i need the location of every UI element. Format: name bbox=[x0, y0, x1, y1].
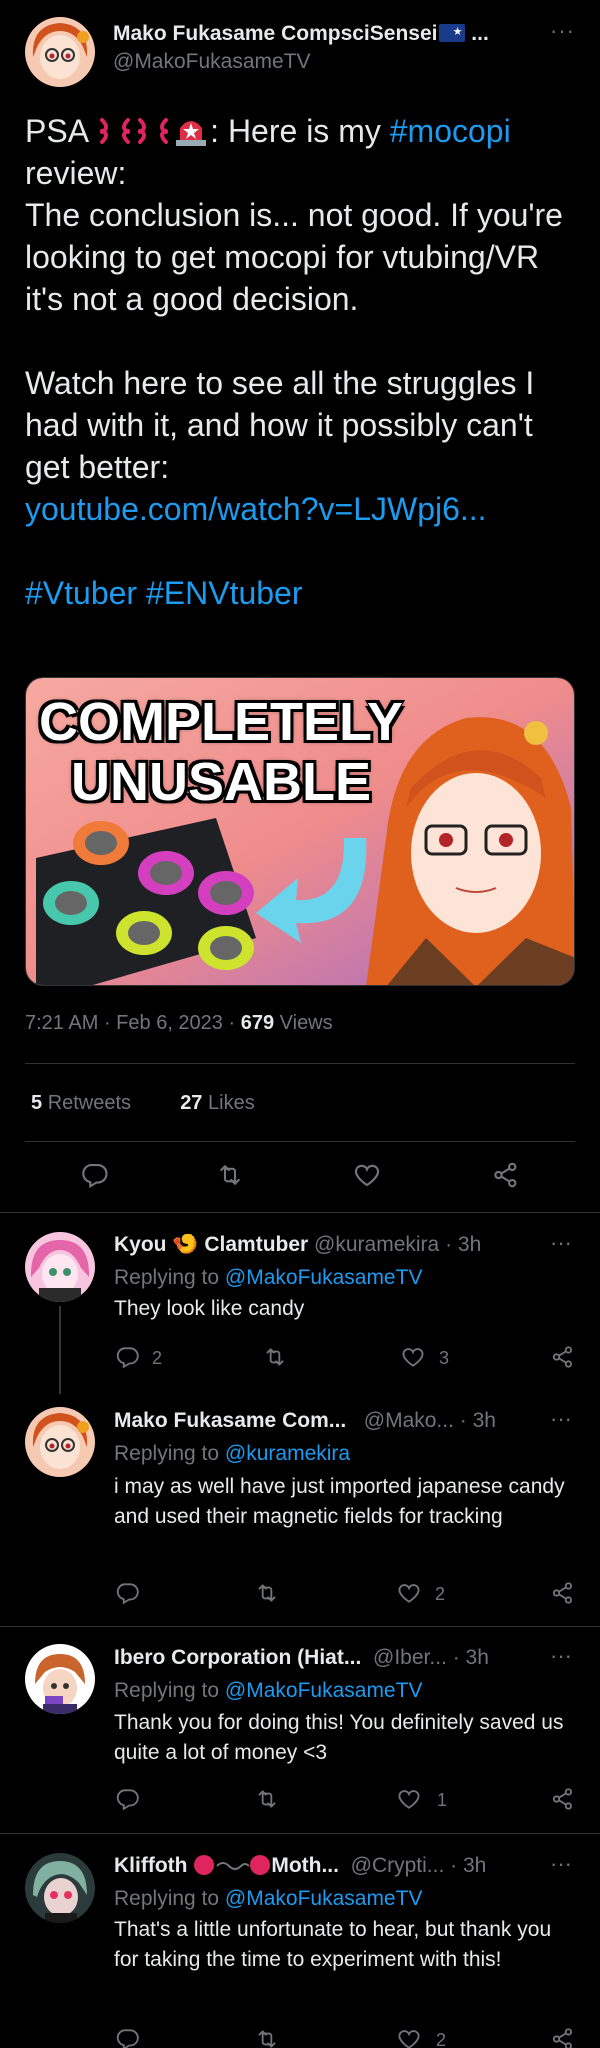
replying-to: Replying to @kuramekira bbox=[114, 1442, 351, 1465]
hashtag-vtuber-link[interactable]: #Vtuber bbox=[25, 575, 137, 611]
australia-flag-icon bbox=[439, 24, 466, 42]
reply-actions: 2 bbox=[114, 1580, 584, 1610]
divider bbox=[25, 1141, 575, 1142]
tweet-actions bbox=[25, 1158, 575, 1198]
views-count: 679 bbox=[240, 1012, 275, 1034]
replying-to: Replying to @MakoFukasameTV bbox=[114, 1266, 423, 1289]
reply-icon[interactable] bbox=[79, 1160, 109, 1190]
replying-to: Replying to @MakoFukasameTV bbox=[114, 1679, 423, 1702]
reply-more-button[interactable]: ··· bbox=[550, 1643, 572, 1669]
retweets-stat[interactable]: 5 Retweets bbox=[31, 1092, 131, 1114]
reply-text: That's a little unfortunate to hear, but… bbox=[114, 1918, 552, 1971]
retweet-icon[interactable] bbox=[215, 1160, 245, 1190]
tweet-stats: 5 Retweets 27 Likes bbox=[31, 1092, 255, 1115]
retweet-icon[interactable] bbox=[254, 1580, 280, 1606]
fried-shrimp-icon: 🍤 bbox=[172, 1233, 199, 1256]
reply-more-button[interactable]: ··· bbox=[550, 1230, 572, 1256]
replying-to-link[interactable]: @MakoFukasameTV bbox=[225, 1679, 423, 1702]
replying-to: Replying to @MakoFukasameTV bbox=[114, 1887, 423, 1910]
share-icon[interactable] bbox=[550, 2026, 576, 2048]
reply-item[interactable]: Mako Fukasame Com... @Mako... · 3h ··· R… bbox=[0, 1390, 600, 1626]
reply-more-button[interactable]: ··· bbox=[550, 1851, 572, 1877]
like-count: 3 bbox=[439, 1348, 450, 1368]
more-options-button[interactable]: ··· bbox=[550, 18, 575, 44]
reply-avatar[interactable] bbox=[25, 1853, 95, 1923]
reply-author-name[interactable]: Kliffoth Moth... @Crypti... · 3h bbox=[114, 1854, 486, 1878]
police-light-icon bbox=[176, 121, 207, 146]
like-icon[interactable] bbox=[396, 1580, 422, 1606]
reply-actions: 1 bbox=[114, 1786, 584, 1816]
reply-avatar[interactable] bbox=[25, 1407, 95, 1477]
reply-author-name[interactable]: Mako Fukasame Com... @Mako... · 3h bbox=[114, 1409, 496, 1433]
reply-more-button[interactable]: ··· bbox=[550, 1406, 572, 1432]
like-icon[interactable] bbox=[400, 1344, 426, 1370]
thumbnail-title-line2: UNUSABLE bbox=[70, 752, 371, 812]
reply-item[interactable]: Kliffoth Moth... @Crypti... · 3h ··· Rep… bbox=[0, 1833, 600, 2048]
thumbnail-title-line1: COMPLETELY bbox=[38, 692, 404, 752]
anger-symbol-icon bbox=[100, 118, 131, 144]
reply-count: 2 bbox=[152, 1348, 163, 1368]
like-count: 2 bbox=[436, 2030, 447, 2048]
reply-author-name[interactable]: Kyou 🍤 Clamtuber @kuramekira · 3h bbox=[114, 1233, 481, 1257]
reply-text: i may as well have just imported japanes… bbox=[114, 1475, 565, 1528]
reply-icon[interactable] bbox=[114, 2026, 140, 2048]
author-avatar[interactable] bbox=[25, 17, 95, 87]
reply-text: They look like candy bbox=[114, 1297, 305, 1320]
reply-author-name[interactable]: Ibero Corporation (Hiat... @Iber... · 3h bbox=[114, 1646, 489, 1670]
share-icon[interactable] bbox=[550, 1580, 576, 1606]
reply-avatar[interactable] bbox=[25, 1644, 95, 1714]
share-icon[interactable] bbox=[550, 1344, 576, 1370]
retweet-icon[interactable] bbox=[254, 1786, 280, 1812]
likes-stat[interactable]: 27 Likes bbox=[180, 1092, 255, 1114]
video-thumbnail[interactable]: COMPLETELY UNUSABLE bbox=[25, 677, 575, 986]
hashtag-mocopi-link[interactable]: #mocopi bbox=[390, 113, 511, 149]
like-icon[interactable] bbox=[396, 2026, 422, 2048]
author-handle[interactable]: @MakoFukasameTV bbox=[113, 50, 311, 74]
anger-symbol-icon bbox=[138, 118, 169, 144]
divider bbox=[25, 1063, 575, 1064]
reply-actions: 2 bbox=[114, 2026, 584, 2048]
reply-actions: 2 3 bbox=[114, 1344, 584, 1374]
reply-item[interactable]: Ibero Corporation (Hiat... @Iber... · 3h… bbox=[0, 1626, 600, 1833]
reply-icon[interactable] bbox=[114, 1344, 140, 1370]
reply-avatar[interactable] bbox=[25, 1232, 95, 1302]
like-icon[interactable] bbox=[396, 1786, 422, 1812]
reply-item[interactable]: Kyou 🍤 Clamtuber @kuramekira · 3h ··· Re… bbox=[0, 1212, 600, 1394]
share-icon[interactable] bbox=[491, 1160, 521, 1190]
like-icon[interactable] bbox=[352, 1160, 382, 1190]
replying-to-link[interactable]: @MakoFukasameTV bbox=[225, 1887, 423, 1910]
like-count: 2 bbox=[435, 1584, 446, 1604]
retweet-icon[interactable] bbox=[254, 2026, 280, 2048]
replying-to-link[interactable]: @kuramekira bbox=[225, 1442, 350, 1465]
reply-text: Thank you for doing this! You definitely… bbox=[114, 1711, 564, 1764]
author-name[interactable]: Mako Fukasame CompsciSensei ... bbox=[113, 22, 489, 46]
thread-line bbox=[59, 1306, 61, 1394]
hashtag-envtuber-link[interactable]: #ENVtuber bbox=[146, 575, 303, 611]
red-circles-icon bbox=[194, 1855, 271, 1875]
reply-icon[interactable] bbox=[114, 1786, 140, 1812]
tweet-timestamp: 7:21 AM · Feb 6, 2023 · 679 Views bbox=[25, 1012, 333, 1034]
share-icon[interactable] bbox=[550, 1786, 576, 1812]
tweet-text: PSA : Here is my #mocopi review: The con… bbox=[25, 113, 563, 611]
replying-to-link[interactable]: @MakoFukasameTV bbox=[225, 1266, 423, 1289]
like-count: 1 bbox=[437, 1790, 448, 1810]
reply-icon[interactable] bbox=[114, 1580, 140, 1606]
youtube-link[interactable]: youtube.com/watch?v=LJWpj6... bbox=[25, 491, 487, 527]
retweet-icon[interactable] bbox=[262, 1344, 288, 1370]
